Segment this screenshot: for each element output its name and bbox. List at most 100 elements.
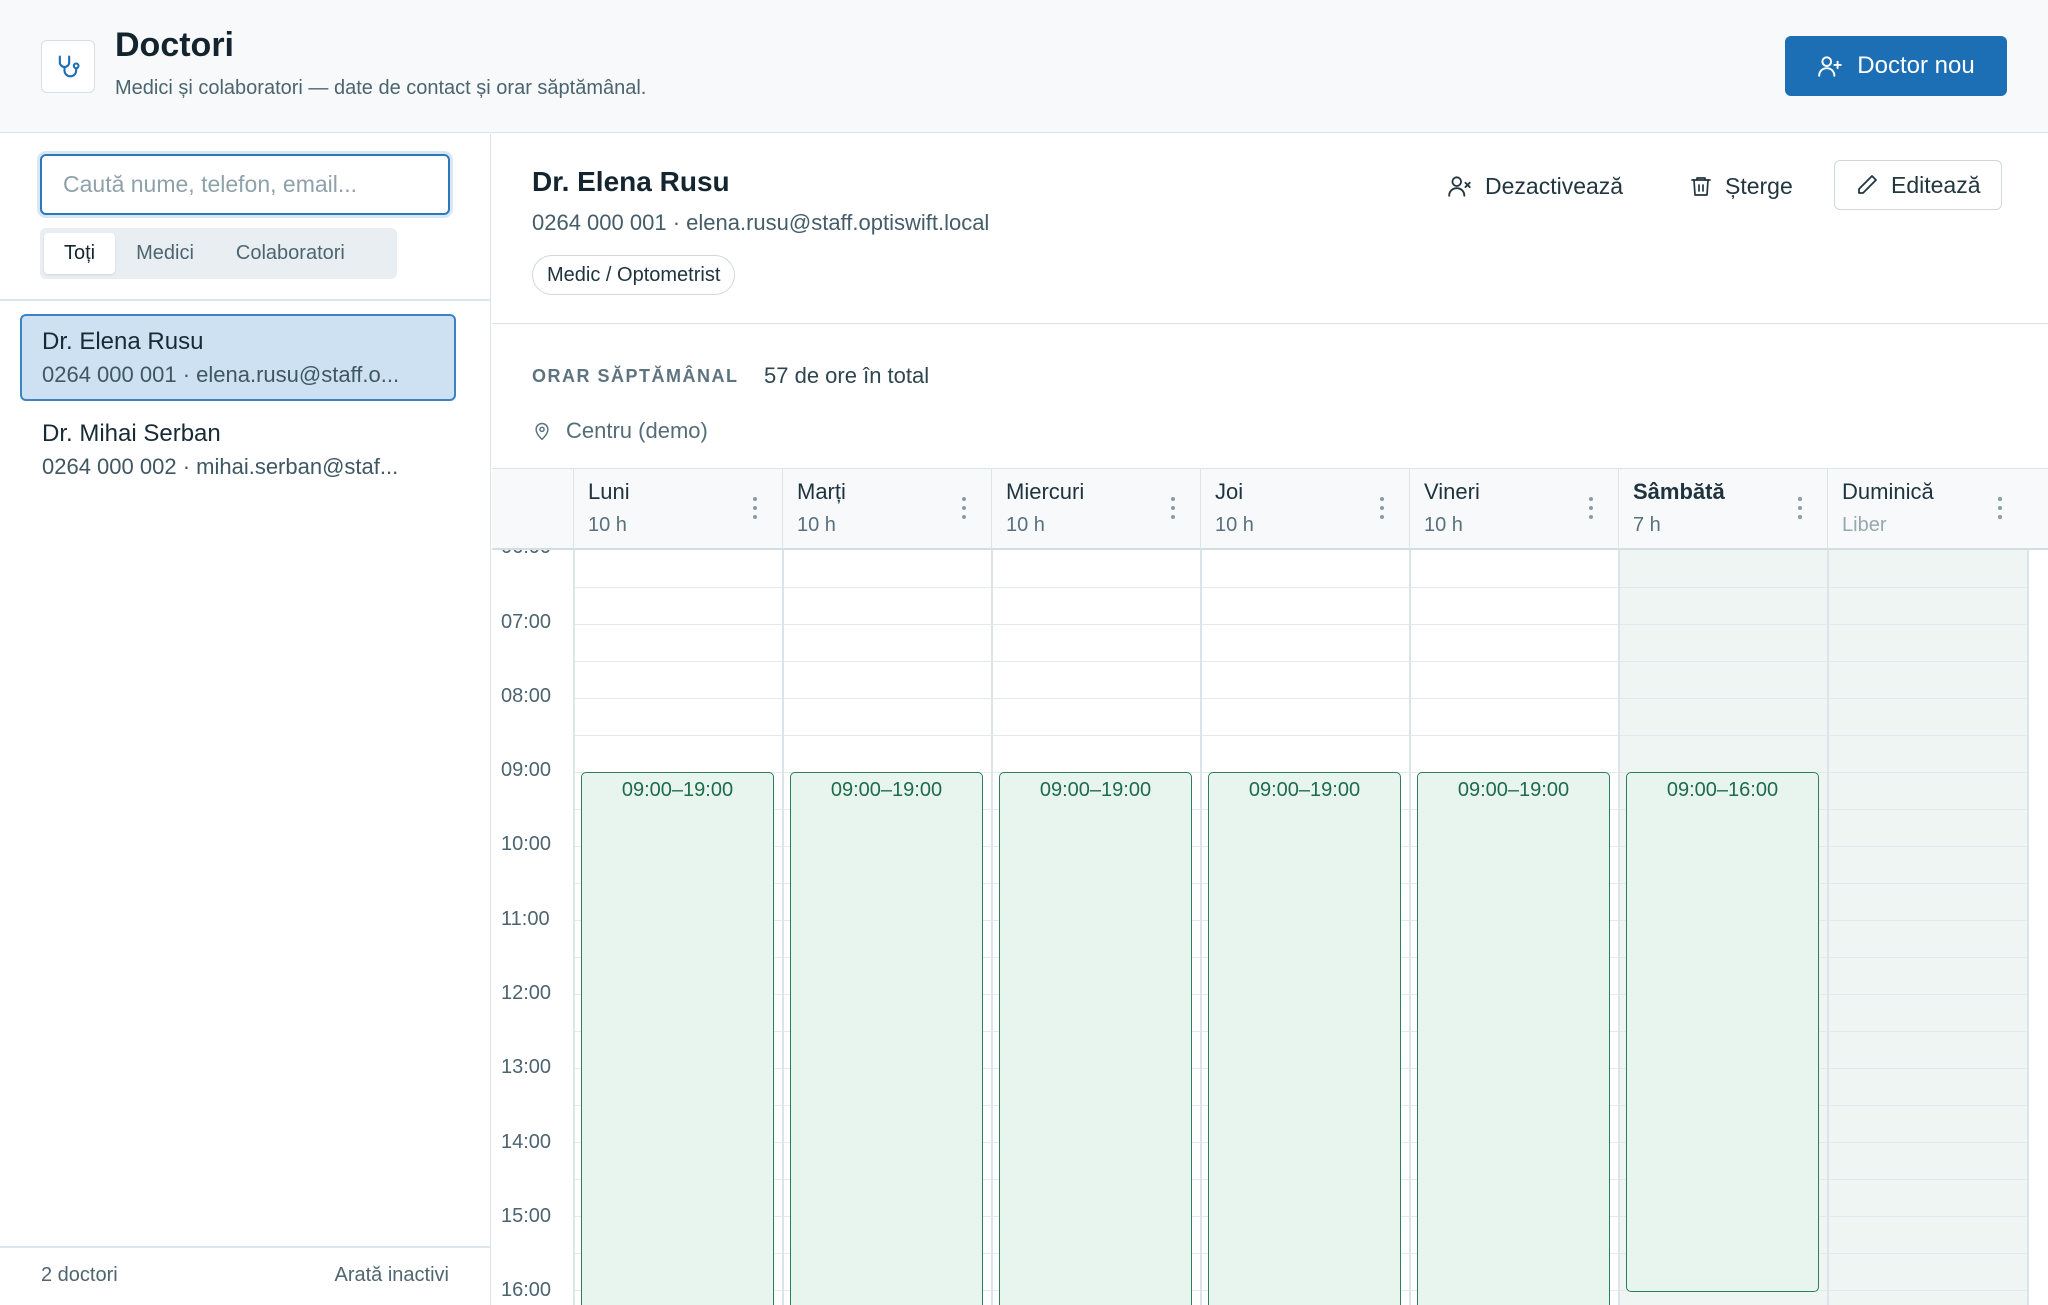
- time-label: 06:00: [501, 550, 551, 559]
- page-header: Doctori Medici și colaboratori — date de…: [0, 0, 2048, 133]
- doctor-detail-contact: 0264 000 001 · elena.rusu@staff.optiswif…: [532, 210, 990, 235]
- column-divider: [991, 550, 993, 1305]
- day-name: Duminică: [1842, 479, 1934, 504]
- grid-line: [575, 698, 2027, 699]
- day-header-sambata[interactable]: Sâmbătă 7 h: [1618, 469, 1827, 549]
- filter-colaboratori[interactable]: Colaboratori: [215, 233, 366, 274]
- time-label: 11:00: [501, 908, 550, 930]
- day-header-joi[interactable]: Joi 10 h: [1200, 469, 1409, 549]
- doctor-list-item[interactable]: Dr. Elena Rusu 0264 000 001 · elena.rusu…: [20, 314, 456, 401]
- grid-line: [575, 587, 2027, 588]
- schedule-section-label: ORAR SĂPTĂMÂNAL: [532, 366, 739, 386]
- deactivate-button[interactable]: Dezactivează: [1447, 161, 1623, 211]
- page-title: Doctori: [115, 26, 234, 64]
- time-label: 07:00: [501, 611, 552, 633]
- shift-block-luni[interactable]: 09:00–19:00: [581, 772, 774, 1305]
- time-label: 13:00: [501, 1056, 552, 1078]
- map-pin-icon: [535, 422, 549, 441]
- filter-tabs: Toți Medici Colaboratori: [40, 228, 397, 279]
- shift-time: 09:00–19:00: [830, 779, 943, 801]
- shift-time: 09:00–19:00: [621, 779, 734, 801]
- more-vertical-icon[interactable]: [1171, 497, 1175, 524]
- trash-icon: [1691, 177, 1711, 196]
- day-name: Miercuri: [1006, 479, 1085, 504]
- column-divider: [1200, 550, 1202, 1305]
- day-hours: 7 h: [1633, 514, 1661, 536]
- time-label: 16:00: [501, 1279, 552, 1301]
- doctor-name: Dr. Elena Rusu: [42, 328, 204, 355]
- search-input[interactable]: [40, 154, 450, 215]
- doctor-list-item[interactable]: Dr. Mihai Serban 0264 000 002 · mihai.se…: [20, 406, 456, 493]
- doctor-count: 2 doctori: [41, 1264, 118, 1286]
- more-vertical-icon[interactable]: [962, 497, 966, 524]
- time-label: 09:00: [501, 759, 552, 781]
- schedule-total-hours: 57 de ore în total: [764, 363, 930, 388]
- time-label: 12:00: [501, 982, 552, 1004]
- new-doctor-label: Doctor nou: [1857, 52, 1975, 79]
- day-name: Sâmbătă: [1633, 479, 1725, 504]
- grid-line: [575, 735, 2027, 736]
- delete-button[interactable]: Șterge: [1689, 161, 1793, 211]
- role-badge: Medic / Optometrist: [532, 255, 736, 295]
- deactivate-label: Dezactivează: [1485, 172, 1624, 199]
- day-header-marti[interactable]: Marți 10 h: [782, 469, 991, 549]
- more-vertical-icon[interactable]: [753, 497, 757, 524]
- shift-block-marti[interactable]: 09:00–19:00: [790, 772, 983, 1305]
- filter-all[interactable]: Toți: [44, 233, 116, 274]
- day-header-luni[interactable]: Luni 10 h: [573, 469, 782, 549]
- shift-block-miercuri[interactable]: 09:00–19:00: [999, 772, 1192, 1305]
- page-subtitle: Medici și colaboratori — date de contact…: [115, 77, 647, 99]
- shift-block-vineri[interactable]: 09:00–19:00: [1417, 772, 1610, 1305]
- edit-label: Editează: [1891, 171, 1981, 198]
- more-vertical-icon[interactable]: [1998, 497, 2002, 524]
- day-hours: 10 h: [1006, 514, 1045, 536]
- shift-block-sambata[interactable]: 09:00–16:00: [1626, 772, 1819, 1292]
- more-vertical-icon[interactable]: [1798, 497, 1802, 524]
- shift-time: 09:00–16:00: [1666, 779, 1779, 801]
- doctor-contact: 0264 000 002 · mihai.serban@staf...: [42, 454, 399, 479]
- location-label: Centru (demo): [566, 418, 708, 443]
- doctor-detail-header: Dr. Elena Rusu 0264 000 001 · elena.rusu…: [492, 134, 2048, 324]
- show-inactive-link[interactable]: Arată inactivi: [335, 1264, 450, 1287]
- shift-block-joi[interactable]: 09:00–19:00: [1208, 772, 1401, 1305]
- calendar-header: Luni 10 h Marți 10 h Miercuri 10 h Joi 1…: [492, 468, 2048, 550]
- user-x-icon: [1448, 176, 1471, 197]
- doctor-name: Dr. Mihai Serban: [42, 420, 221, 447]
- day-header-miercuri[interactable]: Miercuri 10 h: [991, 469, 1200, 549]
- sidebar-divider: [0, 299, 490, 301]
- column-divider: [2027, 550, 2029, 1305]
- location-row: Centru (demo): [532, 418, 708, 444]
- calendar-grid: 06:00 07:00 08:00 09:00 10:00 11:00 12:0…: [492, 550, 2048, 1305]
- filter-medici[interactable]: Medici: [115, 233, 215, 274]
- pencil-icon: [1858, 175, 1877, 194]
- new-doctor-button[interactable]: Doctor nou: [1785, 36, 2007, 96]
- day-name: Vineri: [1424, 479, 1480, 504]
- time-label: 08:00: [501, 685, 552, 707]
- day-header-vineri[interactable]: Vineri 10 h: [1409, 469, 1618, 549]
- stethoscope-icon: [41, 40, 95, 93]
- time-label: 10:00: [501, 833, 552, 855]
- more-vertical-icon[interactable]: [1380, 497, 1384, 524]
- time-label: 14:00: [501, 1131, 552, 1153]
- doctor-sidebar: Toți Medici Colaboratori Dr. Elena Rusu …: [0, 134, 491, 1305]
- doctor-detail-name: Dr. Elena Rusu: [532, 166, 730, 197]
- edit-button[interactable]: Editează: [1834, 160, 2002, 210]
- more-vertical-icon[interactable]: [1589, 497, 1593, 524]
- doctor-contact: 0264 000 001 · elena.rusu@staff.o...: [42, 362, 400, 387]
- user-plus-icon: [1818, 56, 1843, 77]
- weekend-shade: [1827, 550, 2027, 1305]
- day-name: Luni: [588, 479, 630, 504]
- shift-time: 09:00–19:00: [1039, 779, 1152, 801]
- grid-line: [575, 661, 2027, 662]
- day-name: Marți: [797, 479, 846, 504]
- delete-label: Șterge: [1725, 172, 1793, 199]
- day-hours: 10 h: [1215, 514, 1254, 536]
- day-name: Joi: [1215, 479, 1244, 504]
- column-divider: [782, 550, 784, 1305]
- column-divider: [1827, 550, 1829, 1305]
- time-label: 15:00: [501, 1205, 552, 1227]
- day-header-duminica[interactable]: Duminică Liber: [1827, 469, 2027, 549]
- day-hours: 10 h: [797, 514, 836, 536]
- shift-time: 09:00–19:00: [1248, 779, 1361, 801]
- day-hours: 10 h: [588, 514, 627, 536]
